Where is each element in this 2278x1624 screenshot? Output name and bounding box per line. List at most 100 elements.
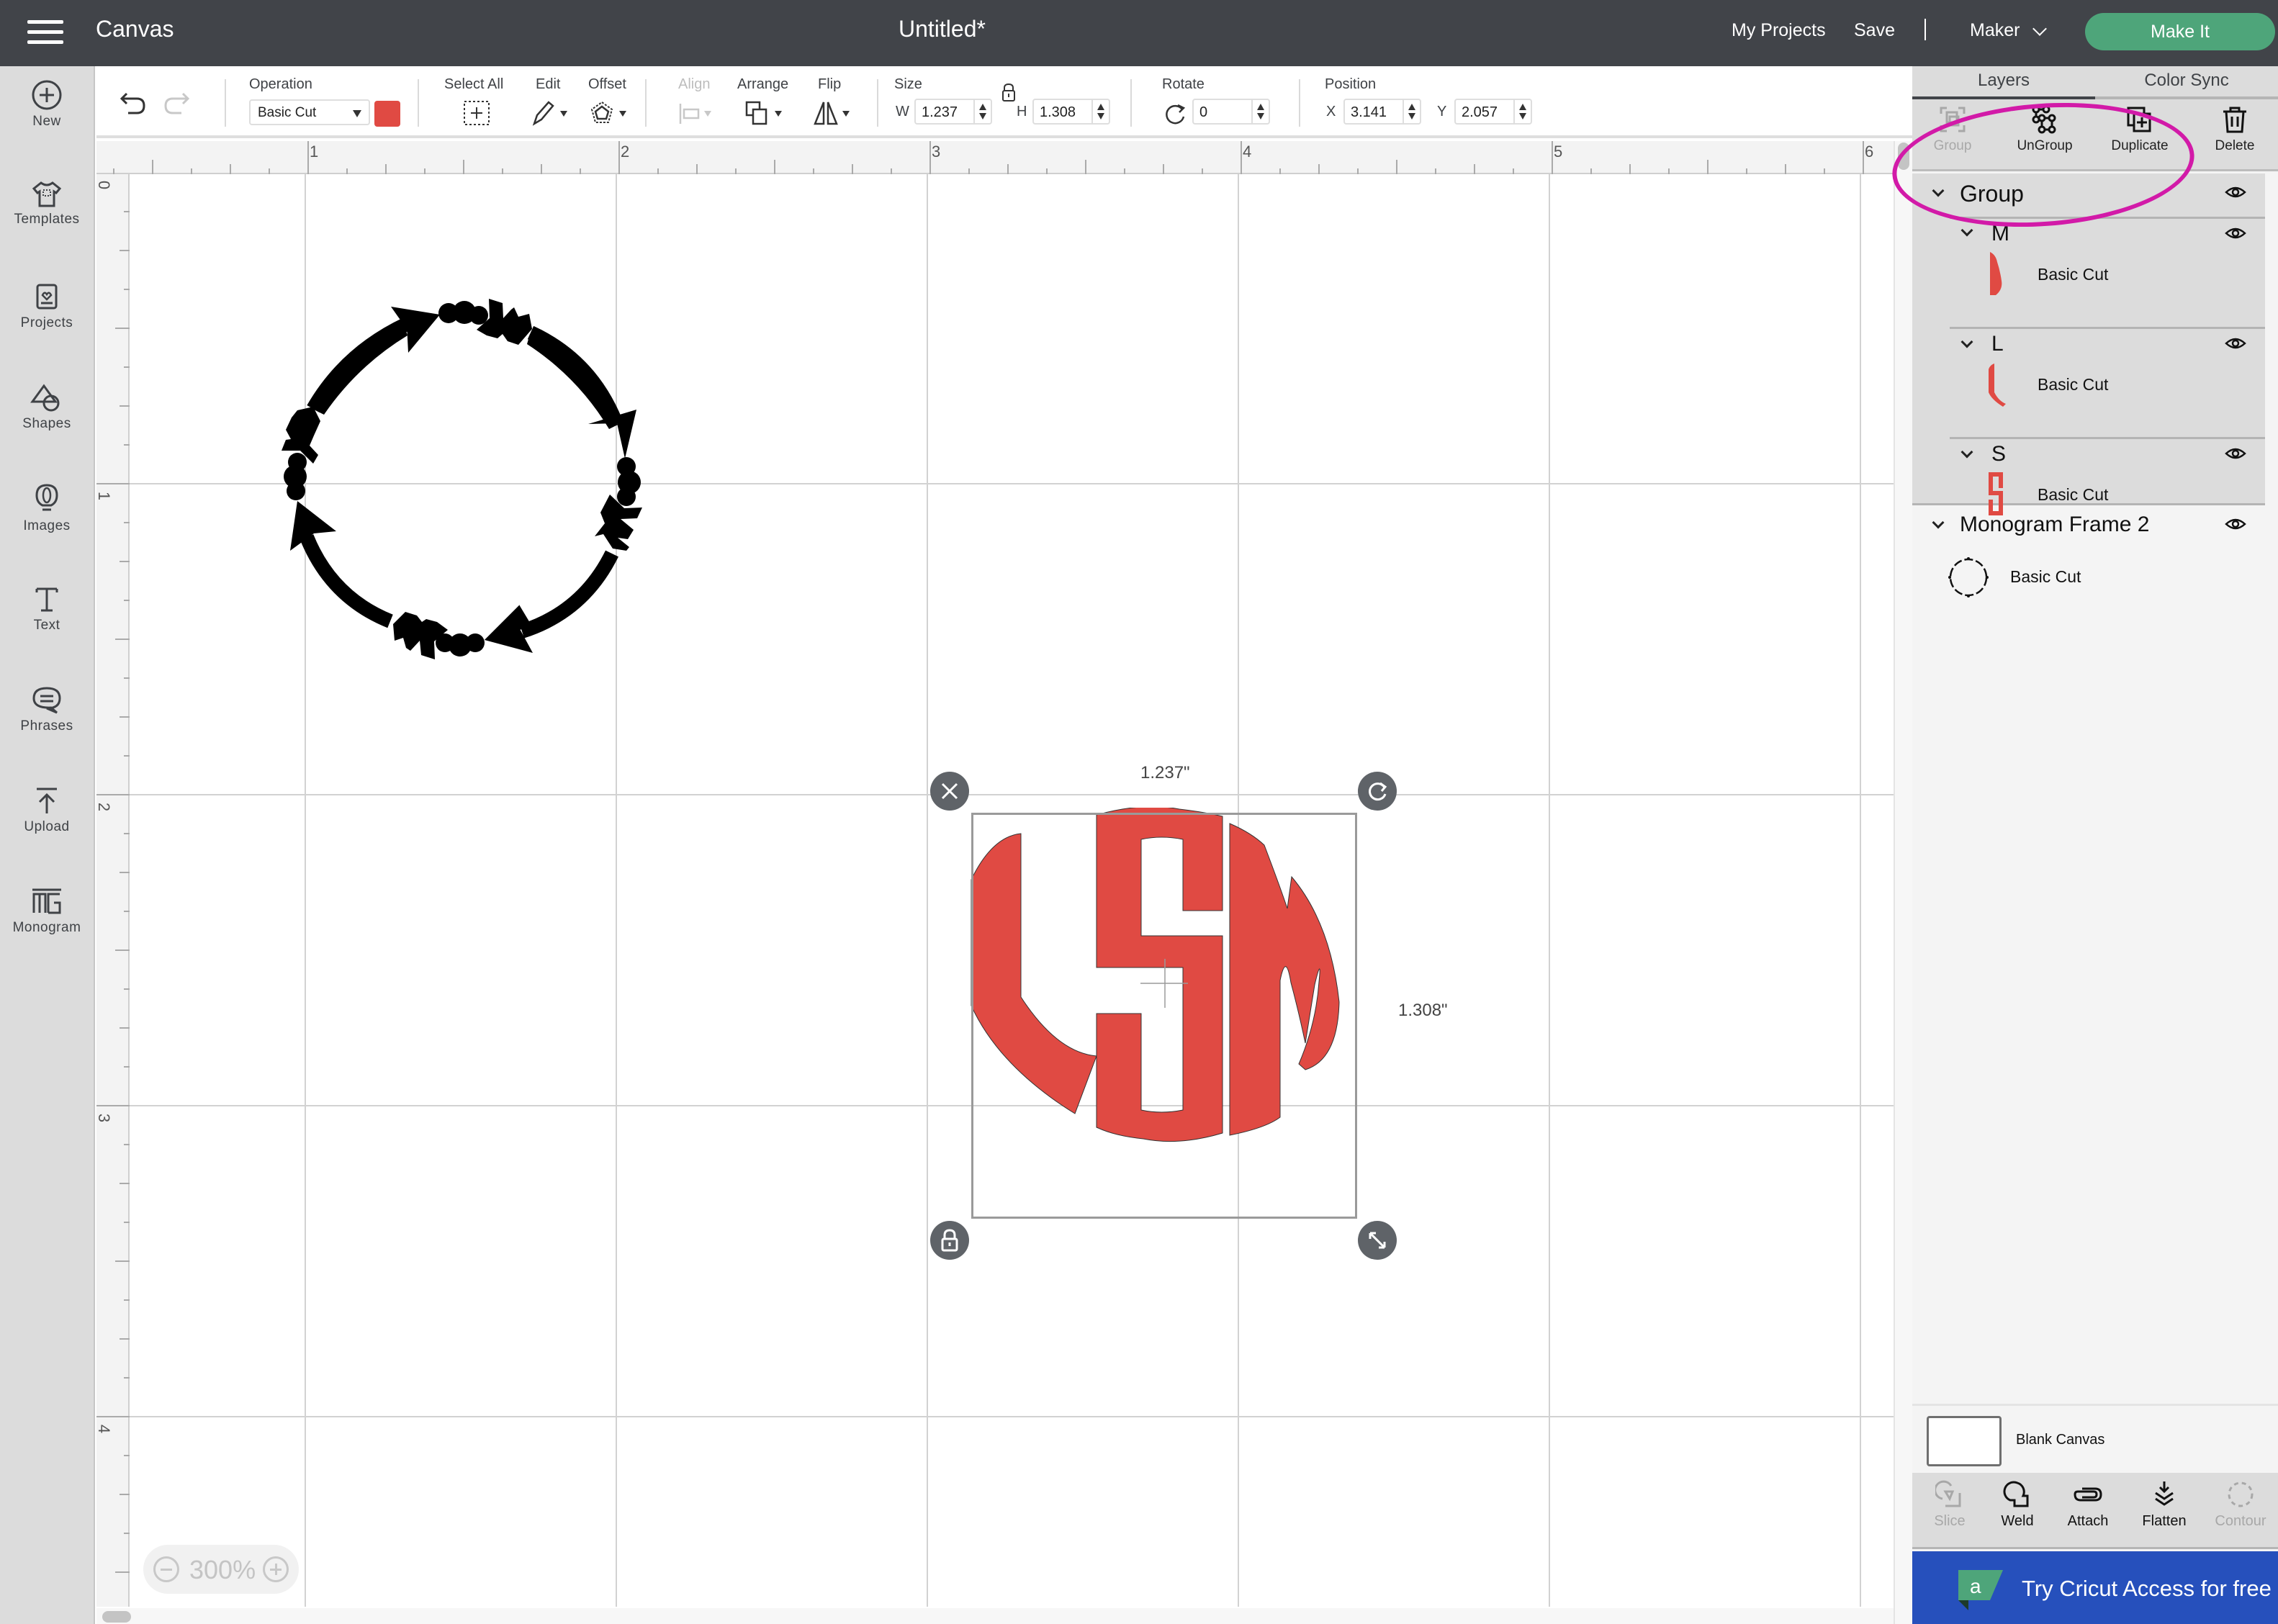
select-all-icon[interactable] (462, 99, 491, 127)
sidebar-item-upload[interactable]: Upload (0, 785, 94, 871)
blank-canvas-swatch[interactable] (1927, 1416, 2002, 1466)
slice-label: Slice (1934, 1513, 1966, 1529)
trash-icon (2223, 107, 2246, 133)
flip-icon[interactable] (812, 99, 855, 127)
width-stepper[interactable] (973, 100, 991, 123)
machine-selector[interactable]: Maker (1970, 20, 2020, 41)
horizontal-scrollbar[interactable] (96, 1608, 1894, 1624)
bottom-actions: Slice Weld Attach Flatten Contour (1912, 1473, 2278, 1549)
duplicate-button[interactable]: Duplicate (2097, 105, 2183, 154)
height-stepper[interactable] (1091, 100, 1109, 123)
delete-button[interactable]: Delete (2192, 105, 2278, 154)
y-stepper[interactable] (1513, 100, 1531, 123)
make-it-button[interactable]: Make It (2085, 13, 2275, 50)
operation-select[interactable]: Basic Cut (249, 99, 370, 125)
toolbar-divider (645, 79, 647, 127)
sidebar-item-monogram[interactable]: Monogram (0, 885, 94, 972)
layer-name: L (1991, 332, 2004, 356)
tab-color-sync[interactable]: Color Sync (2095, 66, 2278, 99)
x-input[interactable]: 3.141 (1343, 99, 1421, 125)
contour-button[interactable]: Contour (2205, 1480, 2277, 1530)
delete-label: Delete (2215, 138, 2255, 153)
pencil-icon[interactable] (530, 99, 570, 127)
undo-icon[interactable] (120, 91, 148, 117)
eye-icon[interactable] (2225, 336, 2246, 351)
delete-handle[interactable] (930, 772, 969, 811)
chevron-down-icon[interactable] (1960, 446, 1973, 459)
weld-button[interactable]: Weld (1981, 1480, 2053, 1530)
close-icon (941, 782, 958, 800)
slice-button[interactable]: Slice (1914, 1480, 1986, 1530)
x-label: X (1326, 104, 1336, 119)
group-button[interactable]: Group (1909, 105, 1996, 154)
hamburger-icon[interactable] (27, 20, 63, 45)
size-label: Size (894, 76, 922, 92)
ruler-top: 1 2 3 4 5 6 (96, 141, 1894, 174)
sidebar-item-projects[interactable]: Projects (0, 281, 94, 367)
offset-icon[interactable] (587, 99, 631, 127)
attach-button[interactable]: Attach (2052, 1480, 2124, 1530)
rotate-handle[interactable] (1358, 772, 1397, 811)
save-button[interactable]: Save (1854, 20, 1895, 41)
my-projects-link[interactable]: My Projects (1732, 20, 1826, 41)
chevron-down-icon[interactable] (1932, 516, 1945, 529)
vertical-scrollbar[interactable] (1894, 141, 1912, 1624)
cricut-access-logo-icon: a (1958, 1570, 2003, 1610)
sidebar-item-templates[interactable]: Templates (0, 180, 94, 266)
chevron-down-icon[interactable] (1932, 184, 1945, 197)
chevron-down-icon[interactable] (1960, 335, 1973, 348)
document-title[interactable]: Untitled* (899, 16, 986, 42)
edit-label: Edit (536, 76, 561, 92)
select-all-label: Select All (444, 76, 504, 92)
zoom-out-button[interactable] (153, 1556, 179, 1582)
projects-icon (36, 284, 58, 310)
tab-layers[interactable]: Layers (1912, 66, 2095, 99)
flatten-icon (2155, 1481, 2174, 1506)
height-input[interactable]: 1.308 (1032, 99, 1110, 125)
sidebar-item-images[interactable]: Images (0, 482, 94, 569)
sidebar-item-phrases[interactable]: Phrases (0, 684, 94, 770)
arrange-icon[interactable] (744, 99, 788, 127)
resize-icon (1369, 1232, 1386, 1249)
scrollbar-thumb[interactable] (102, 1611, 131, 1623)
arrange-label: Arrange (737, 76, 789, 92)
monogram-frame[interactable] (274, 288, 922, 936)
chevron-down-icon[interactable] (2032, 22, 2047, 36)
eye-icon[interactable] (2225, 226, 2246, 240)
eye-icon[interactable] (2225, 185, 2246, 199)
eye-icon[interactable] (2225, 446, 2246, 461)
sidebar-item-text[interactable]: Text (0, 583, 94, 669)
sidebar-item-new[interactable]: New (0, 79, 94, 166)
zoom-in-button[interactable] (263, 1556, 289, 1582)
rotate-stepper[interactable] (1251, 100, 1269, 123)
layer-name: Monogram Frame 2 (1960, 513, 2150, 536)
selection-bounding-box[interactable] (971, 813, 1357, 1219)
width-input[interactable]: 1.237 (914, 99, 992, 125)
flatten-button[interactable]: Flatten (2128, 1480, 2200, 1530)
y-input[interactable]: 2.057 (1454, 99, 1532, 125)
cricut-access-banner[interactable]: a Try Cricut Access for free (1912, 1551, 2278, 1624)
lock-ratio-icon[interactable] (998, 82, 1019, 104)
align-icon[interactable] (678, 102, 716, 125)
lock-handle[interactable] (930, 1221, 969, 1260)
layer-item-monogram-frame[interactable]: Monogram Frame 2 Basic Cut (1912, 505, 2265, 613)
layer-item-l[interactable]: L Basic Cut (1912, 329, 2265, 437)
rotate-icon[interactable] (1162, 101, 1188, 127)
rotate-input[interactable]: 0 (1192, 99, 1270, 125)
sidebar-item-shapes[interactable]: Shapes (0, 382, 94, 468)
layer-group-header[interactable]: Group (1912, 173, 2265, 217)
redo-icon[interactable] (161, 91, 190, 117)
x-stepper[interactable] (1403, 100, 1420, 123)
toolbar-divider (225, 79, 226, 127)
layer-operation: Basic Cut (2038, 265, 2109, 284)
resize-handle[interactable] (1358, 1221, 1397, 1260)
scrollbar-thumb[interactable] (1898, 143, 1909, 170)
ungroup-button[interactable]: UnGroup (2002, 105, 2088, 154)
sidebar-label: Templates (14, 212, 80, 227)
rotate-label: Rotate (1162, 76, 1205, 92)
eye-icon[interactable] (2225, 517, 2246, 531)
rotate-icon (1369, 782, 1387, 801)
operation-color-swatch[interactable] (374, 101, 400, 127)
layer-item-m[interactable]: M Basic Cut (1912, 219, 2265, 327)
chevron-down-icon[interactable] (1960, 224, 1973, 237)
